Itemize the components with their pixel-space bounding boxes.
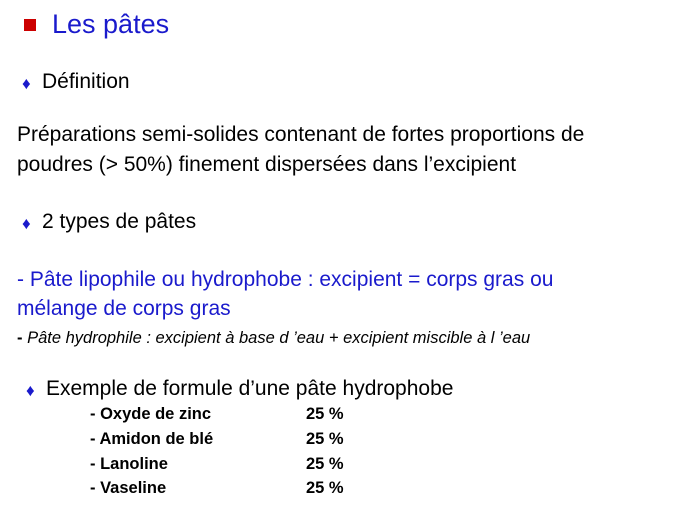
example-row-name: - Lanoline bbox=[90, 455, 168, 473]
types-heading: 2 types de pâtes bbox=[42, 210, 197, 233]
blue-diamond-icon: ♦ bbox=[26, 381, 35, 400]
hydrophile-text-body: Pâte hydrophile : excipient à base d ’ea… bbox=[22, 329, 531, 347]
example-row-name: - Amidon de blé bbox=[90, 430, 214, 448]
red-square-icon bbox=[24, 19, 36, 31]
definition-text-line1: Préparations semi-solides contenant de f… bbox=[17, 123, 585, 146]
page-title: Les pâtes bbox=[52, 9, 170, 39]
example-row-value: 25 % bbox=[306, 479, 344, 497]
definition-heading: Définition bbox=[42, 70, 130, 93]
example-heading: Exemple de formule d’une pâte hydrophobe bbox=[46, 377, 454, 400]
example-row-value: 25 % bbox=[306, 405, 344, 423]
example-row-name: - Vaseline bbox=[90, 479, 167, 497]
blue-diamond-icon: ♦ bbox=[22, 214, 31, 233]
example-row-name: - Oxyde de zinc bbox=[90, 405, 212, 423]
definition-text-line2: poudres (> 50%) finement dispersées dans… bbox=[17, 153, 517, 176]
hydrophile-text: - Pâte hydrophile : excipient à base d ’… bbox=[17, 329, 530, 348]
lipophile-text-line1: - Pâte lipophile ou hydrophobe : excipie… bbox=[17, 268, 554, 291]
example-row-value: 25 % bbox=[306, 455, 344, 473]
blue-diamond-icon: ♦ bbox=[22, 74, 31, 93]
lipophile-text-line2: mélange de corps gras bbox=[17, 297, 231, 320]
example-row-value: 25 % bbox=[306, 430, 344, 448]
